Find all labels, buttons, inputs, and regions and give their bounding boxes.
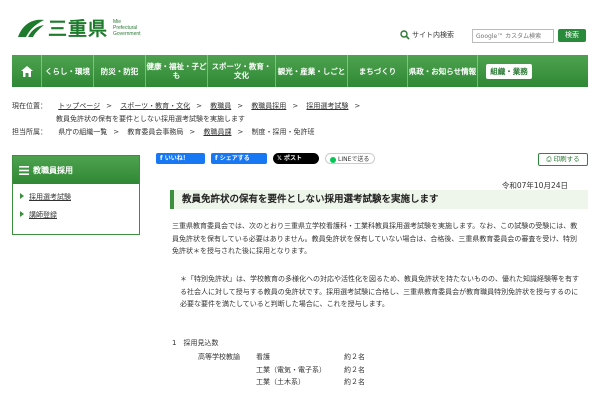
site-logo[interactable]: 三重県 Mie Prefectural Government [16,14,141,41]
logo-subtext: Mie Prefectural Government [113,18,141,37]
org-link-board[interactable]: 教育委員会事務局 [127,128,183,136]
section-heading: 1 採用見込数 [172,339,219,347]
nav-disaster[interactable]: 防災・防犯 [94,55,146,87]
breadcrumb-label: 現在位置： [12,102,47,110]
sidebar: 教職員採用 採用選考試験 講師登録 [12,155,140,235]
list-item: 工業（土木系） 約２名 [256,378,365,387]
printer-icon: ⎙ [546,155,554,163]
sidebar-link-lecturer[interactable]: 講師登録 [29,211,57,219]
breadcrumb-current: 教員免許状の保有を要件としない採用選考試験を実施します [56,115,245,123]
nav-organization-label: 組織・業務 [486,63,532,79]
nav-living[interactable]: くらし・環境 [42,55,94,87]
org-section: 制度・採用・免許班 [251,128,315,136]
nav-health[interactable]: 健康・福祉・子ども [146,55,208,87]
share-bar: f いいね！ f シェアする 𝕏 ポスト LINEで送る [156,153,375,164]
x-logo-icon: 𝕏 [277,155,284,162]
home-icon [20,65,33,77]
sidebar-item-exam[interactable]: 採用選考試験 [13,192,139,202]
nav-home[interactable] [12,55,42,87]
note-paragraph: ＊「特別免許状」は、学校教育の多様化への対応や活性化を図るため、教員免許状を持た… [180,275,579,309]
global-nav: くらし・環境 防災・防犯 健康・福祉・子ども スポーツ・教育・文化 観光・産業・… [12,55,588,87]
breadcrumb: 現在位置： トップページ > スポーツ・教育・文化 > 教職員 > 教職員採用 > 採用… [12,100,588,139]
list-item: 工業（電気・電子系） 約２名 [256,365,365,374]
breadcrumb-link-sports[interactable]: スポーツ・教育・文化 [120,102,190,110]
nav-tourism[interactable]: 観光・産業・しごと [276,55,348,87]
menu-lines-icon [19,165,29,175]
mie-logo-mark-icon [18,19,44,37]
print-button[interactable]: ⎙ 印刷する [538,153,588,166]
line-icon [330,156,336,163]
breadcrumb-link-staff[interactable]: 教職員 [210,102,231,110]
nav-prefecture[interactable]: 県政・お知らせ情報 [408,55,478,87]
search-icon [400,30,410,40]
recruit-count-list: 高等学校教諭 看護 約２名 工業（電気・電子系） 約２名 工業（土木系） 約２名 [198,351,384,389]
page-title: 教員免許状の保有を要件としない採用選考試験を実施します [170,190,588,209]
org-link-list[interactable]: 県庁の組織一覧 [58,128,107,136]
search-input[interactable] [472,29,554,43]
intro-paragraph: 三重県教育委員会では、次のとおり三重県立学校看護科・工業科教員採用選考試験を実施… [172,222,578,256]
list-item: 高等学校教諭 看護 約２名 [198,353,365,361]
nav-sports-education[interactable]: スポーツ・教育・文化 [208,55,276,87]
org-link-division[interactable]: 教職員課 [203,128,231,136]
site-search-label: サイト内検索 [412,31,454,39]
sidebar-heading-label: 教職員採用 [33,165,73,175]
breadcrumb-link-exam[interactable]: 採用選考試験 [306,102,348,110]
x-post-button[interactable]: 𝕏 ポスト [273,153,319,164]
search-button[interactable]: 検索 [558,29,586,42]
breadcrumb-link-top[interactable]: トップページ [58,102,100,110]
site-search-label-group: サイト内検索 [400,30,454,40]
facebook-like-button[interactable]: f いいね！ [156,153,205,164]
site-header: 三重県 Mie Prefectural Government サイト内検索 検索 [0,0,600,52]
nav-town[interactable]: まちづくり [348,55,408,87]
line-share-button[interactable]: LINEで送る [325,153,375,164]
sidebar-item-lecturer[interactable]: 講師登録 [13,210,139,220]
org-label: 担当所属： [12,128,47,136]
facebook-share-button[interactable]: f シェアする [211,153,267,164]
sidebar-link-exam[interactable]: 採用選考試験 [29,193,71,201]
breadcrumb-link-recruit[interactable]: 教職員採用 [251,102,286,110]
nav-organization[interactable]: 組織・業務 [478,55,540,87]
logo-text: 三重県 [48,18,109,40]
sidebar-heading: 教職員採用 [13,156,139,184]
